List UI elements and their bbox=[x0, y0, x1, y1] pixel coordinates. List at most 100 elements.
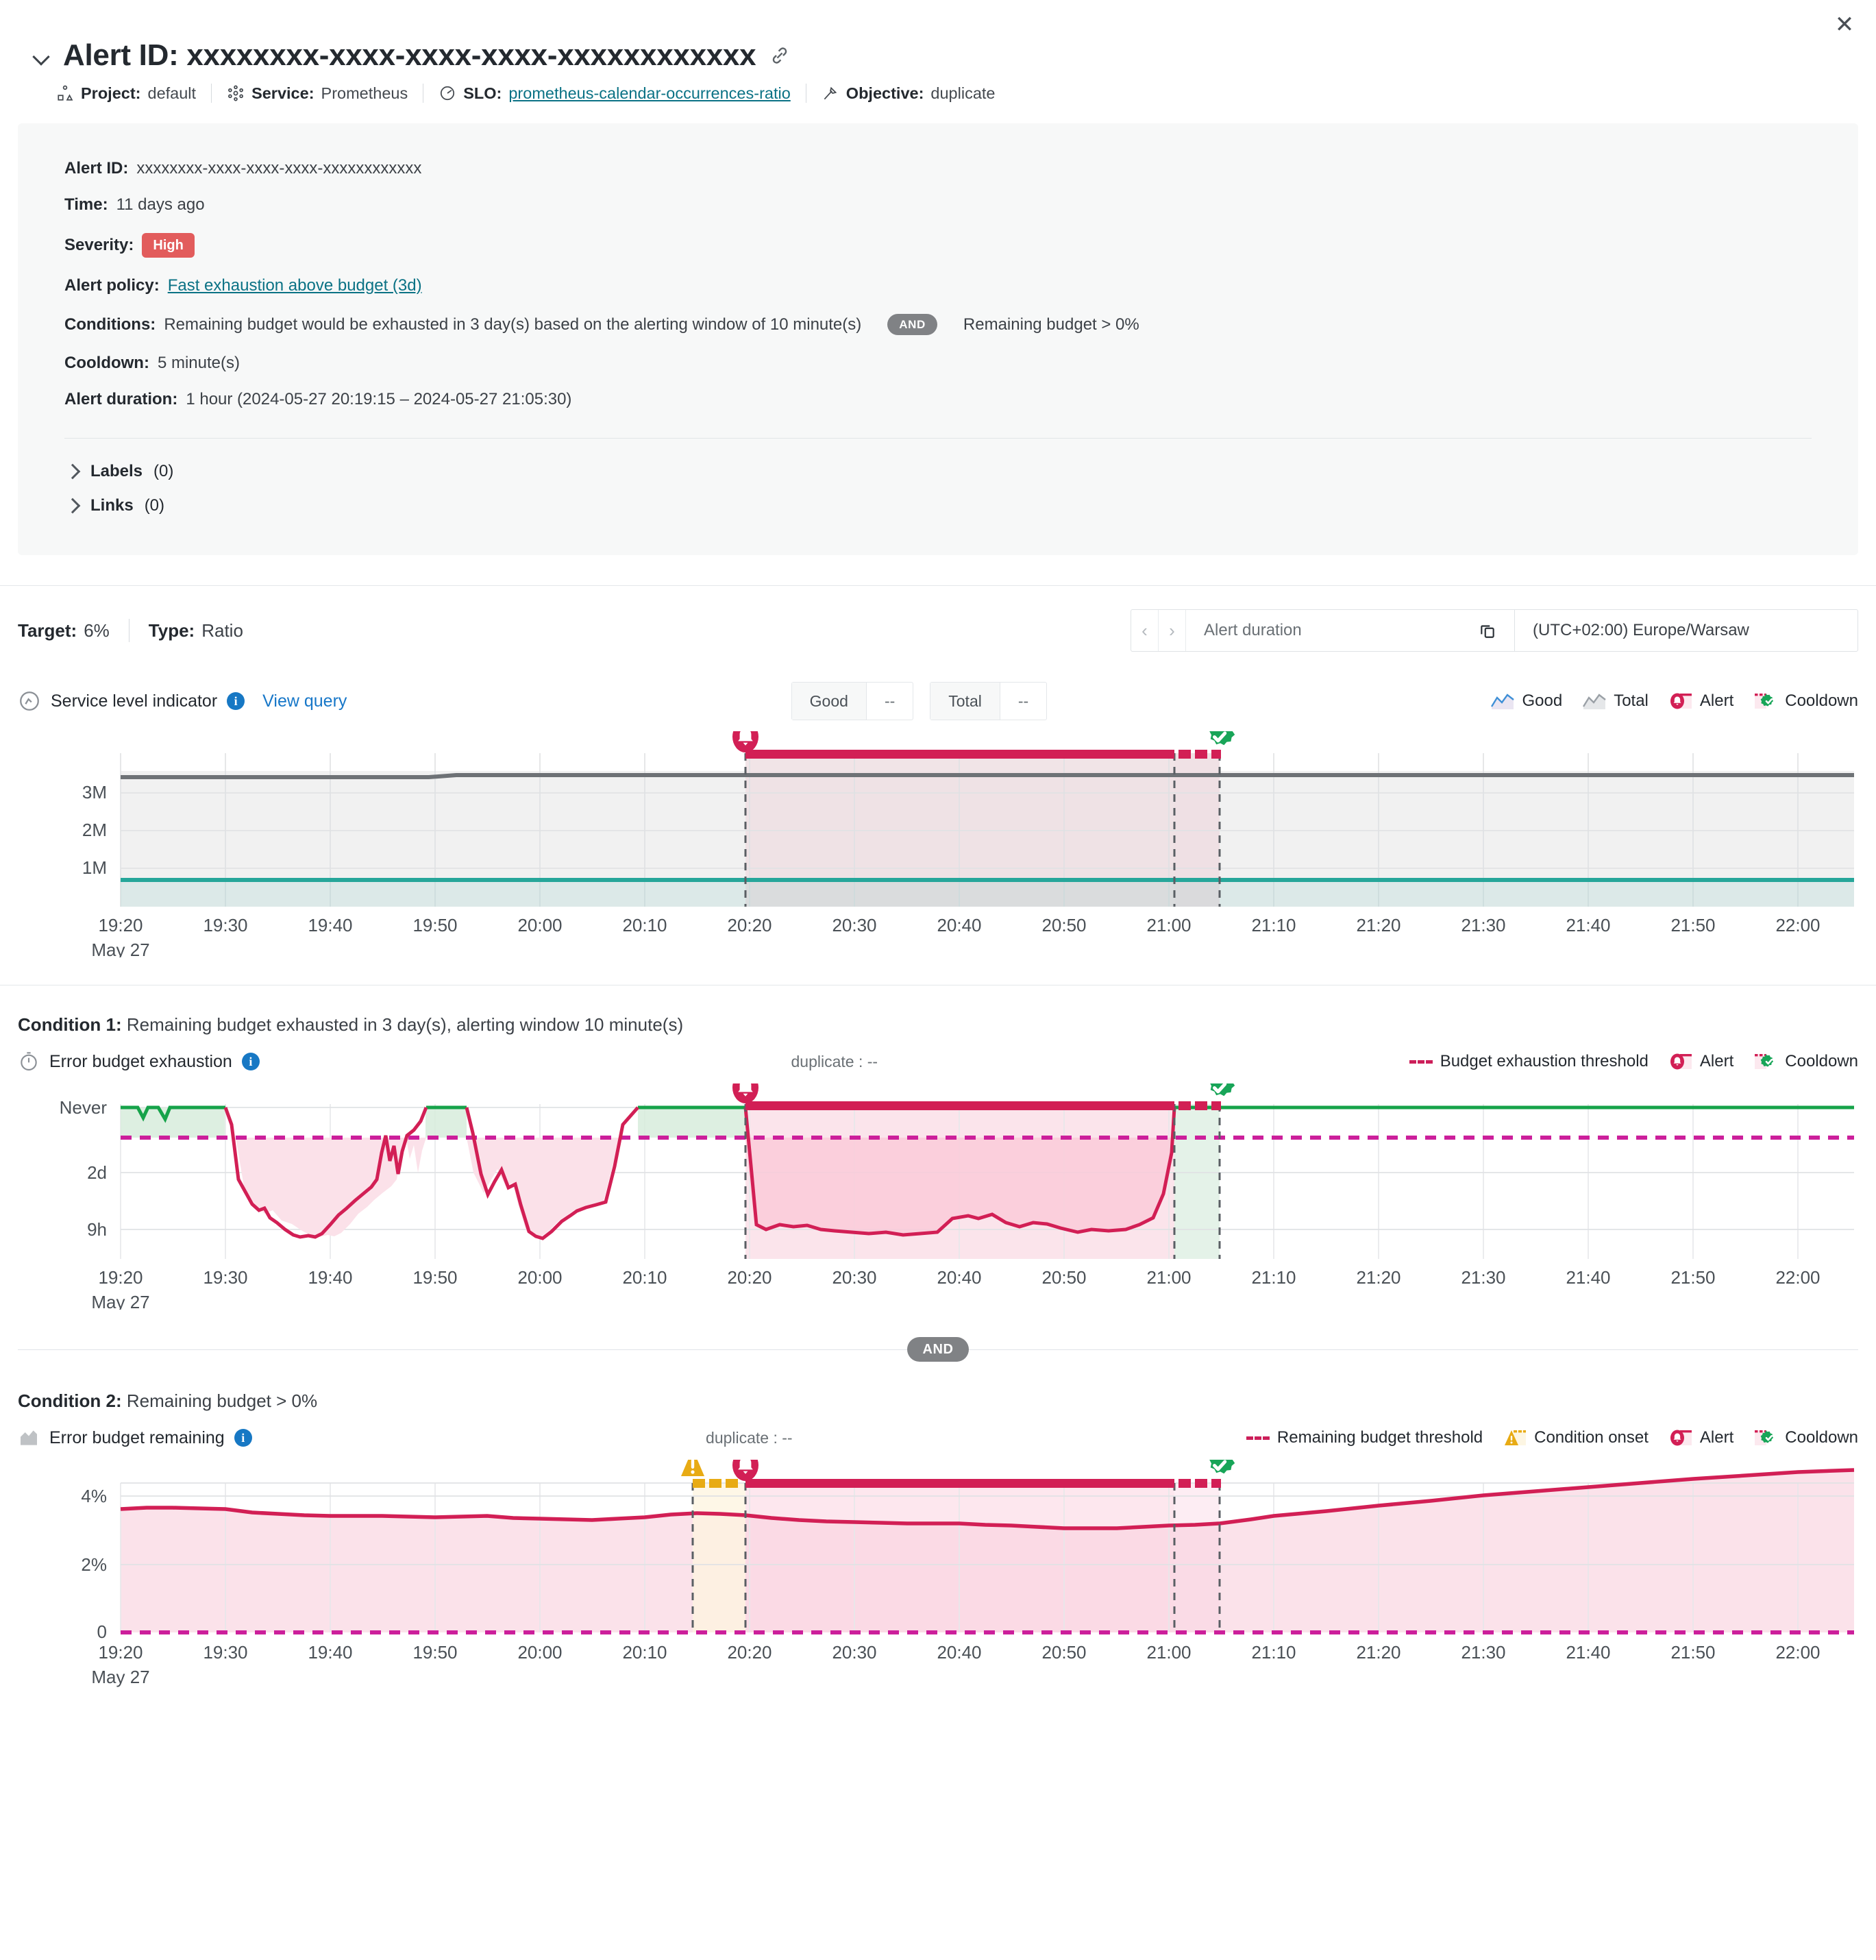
meta-slo-link[interactable]: prometheus-calendar-occurrences-ratio bbox=[508, 84, 790, 103]
timezone-select[interactable]: (UTC+02:00) Europe/Warsaw bbox=[1515, 610, 1858, 651]
alert-bell-icon bbox=[1670, 1053, 1692, 1070]
labels-section-title: Labels bbox=[90, 462, 143, 480]
legend-label: Cooldown bbox=[1785, 1428, 1858, 1447]
links-section-title: Links bbox=[90, 496, 134, 515]
svg-text:20:20: 20:20 bbox=[727, 1642, 772, 1663]
alert-bell-marker bbox=[732, 1460, 758, 1481]
svg-text:May 27: May 27 bbox=[91, 1292, 149, 1310]
svg-text:21:50: 21:50 bbox=[1670, 915, 1715, 935]
legend-item-alert[interactable]: Alert bbox=[1669, 691, 1733, 711]
svg-text:3M: 3M bbox=[82, 782, 107, 803]
labels-section-toggle[interactable]: Labels (0) bbox=[64, 462, 1812, 481]
section-divider bbox=[0, 585, 1876, 586]
chevron-left-icon: ‹ bbox=[1141, 620, 1148, 641]
sli-kpis: Good -- Total -- bbox=[791, 682, 1048, 720]
meta-service: Service: Prometheus bbox=[212, 84, 423, 103]
svg-text:19:40: 19:40 bbox=[308, 1642, 352, 1663]
detail-severity: Severity: High bbox=[64, 233, 1812, 258]
condition-2-plot[interactable]: 4% 2% 0 19:20 19:30 19:40 19:50 20:00 20… bbox=[18, 1460, 1858, 1693]
detail-alert-policy-label: Alert policy: bbox=[64, 276, 160, 295]
close-icon: ✕ bbox=[1834, 12, 1855, 38]
kpi-good-value: -- bbox=[884, 691, 896, 710]
meta-project-label: Project: bbox=[81, 84, 141, 102]
condition-onset-marker bbox=[681, 1460, 704, 1476]
svg-text:20:10: 20:10 bbox=[622, 1642, 667, 1663]
dashed-threshold-icon bbox=[1246, 1436, 1270, 1440]
svg-text:19:50: 19:50 bbox=[412, 1642, 457, 1663]
legend-item-budget-exhaustion-threshold[interactable]: Budget exhaustion threshold bbox=[1409, 1052, 1649, 1071]
svg-text:20:20: 20:20 bbox=[727, 915, 772, 935]
svg-text:20:20: 20:20 bbox=[727, 1267, 772, 1288]
legend-item-remaining-budget-threshold[interactable]: Remaining budget threshold bbox=[1246, 1428, 1483, 1447]
svg-text:21:30: 21:30 bbox=[1461, 915, 1505, 935]
svg-text:20:40: 20:40 bbox=[937, 915, 981, 935]
svg-text:19:30: 19:30 bbox=[203, 1267, 247, 1288]
detail-duration: Alert duration: 1 hour (2024-05-27 20:19… bbox=[64, 391, 1812, 408]
condition-2-chart-title: Error budget remaining bbox=[49, 1428, 225, 1447]
time-range-picker: ‹ › Alert duration (UTC+02:00) Europe/Wa… bbox=[1131, 609, 1858, 652]
svg-text:20:10: 20:10 bbox=[622, 915, 667, 935]
legend-label: Alert bbox=[1699, 1428, 1734, 1447]
range-next-button[interactable]: › bbox=[1159, 610, 1186, 651]
legend-label: Condition onset bbox=[1534, 1428, 1649, 1447]
info-icon[interactable]: i bbox=[227, 692, 245, 710]
legend-item-cooldown[interactable]: Cooldown bbox=[1754, 1052, 1858, 1071]
cooldown-check-icon bbox=[1755, 694, 1774, 709]
legend-label: Budget exhaustion threshold bbox=[1440, 1052, 1649, 1070]
info-icon[interactable]: i bbox=[234, 1429, 252, 1447]
copy-icon[interactable] bbox=[1479, 622, 1496, 639]
area-chart-icon bbox=[21, 1430, 37, 1445]
legend-item-cooldown[interactable]: Cooldown bbox=[1754, 691, 1858, 711]
collapse-header-chevron-icon[interactable] bbox=[32, 46, 51, 65]
legend-item-condition-onset[interactable]: Condition onset bbox=[1503, 1428, 1649, 1447]
range-select[interactable]: Alert duration bbox=[1186, 610, 1515, 651]
svg-text:19:20: 19:20 bbox=[98, 915, 143, 935]
detail-condition-1: Remaining budget would be exhausted in 3… bbox=[164, 315, 862, 334]
conditions-and-badge: AND bbox=[887, 314, 937, 335]
svg-text:20:40: 20:40 bbox=[937, 1642, 981, 1663]
detail-alert-policy: Alert policy: Fast exhaustion above budg… bbox=[64, 278, 1812, 294]
range-select-value: Alert duration bbox=[1204, 621, 1302, 639]
condition-2-title-group: Error budget remaining i bbox=[18, 1427, 252, 1449]
svg-text:20:50: 20:50 bbox=[1041, 1642, 1086, 1663]
svg-text:21:10: 21:10 bbox=[1251, 1267, 1296, 1288]
detail-cooldown: Cooldown: 5 minute(s) bbox=[64, 355, 1812, 371]
meta-objective: Objective: duplicate bbox=[806, 84, 1011, 103]
legend-item-alert[interactable]: Alert bbox=[1669, 1052, 1733, 1071]
slo-summary-bar: Target: 6% Type: Ratio ‹ › Alert duratio… bbox=[0, 609, 1876, 652]
svg-text:2M: 2M bbox=[82, 820, 107, 840]
cooldown-check-icon bbox=[1755, 1054, 1774, 1069]
meta-slo-label: SLO: bbox=[463, 84, 502, 102]
condition-1-chart-header: Error budget exhaustion i duplicate : --… bbox=[18, 1051, 1858, 1073]
legend-item-alert[interactable]: Alert bbox=[1669, 1428, 1733, 1447]
detail-conditions: Conditions: Remaining budget would be ex… bbox=[64, 314, 1812, 335]
svg-text:22:00: 22:00 bbox=[1775, 915, 1820, 935]
close-button[interactable]: ✕ bbox=[1829, 10, 1860, 40]
legend-item-good[interactable]: Good bbox=[1491, 691, 1562, 711]
condition-2-series-label: duplicate : -- bbox=[706, 1428, 793, 1447]
chevron-right-icon bbox=[64, 464, 79, 479]
svg-text:21:00: 21:00 bbox=[1146, 1267, 1191, 1288]
link-icon[interactable] bbox=[768, 44, 791, 67]
range-prev-button[interactable]: ‹ bbox=[1131, 610, 1159, 651]
area-chart-total-icon bbox=[1583, 694, 1606, 709]
meta-service-label: Service: bbox=[251, 84, 314, 102]
condition-1-series-label: duplicate : -- bbox=[791, 1052, 878, 1070]
condition-1-plot[interactable]: Never 2d 9h 19:20 19:30 19:40 19:50 20:0… bbox=[18, 1083, 1858, 1310]
legend-item-total[interactable]: Total bbox=[1583, 691, 1649, 711]
links-section-toggle[interactable]: Links (0) bbox=[64, 496, 1812, 515]
kpi-total: Total -- bbox=[930, 682, 1048, 720]
info-icon[interactable]: i bbox=[241, 1053, 260, 1070]
legend-label: Total bbox=[1614, 691, 1649, 710]
meta-project: Project: default bbox=[32, 84, 211, 103]
detail-alert-id: Alert ID: xxxxxxxx-xxxx-xxxx-xxxx-xxxxxx… bbox=[64, 160, 1812, 177]
alert-policy-link[interactable]: Fast exhaustion above budget (3d) bbox=[168, 278, 422, 294]
detail-cooldown-value: 5 minute(s) bbox=[157, 354, 240, 372]
condition-1-legend: Budget exhaustion threshold Alert Cooldo… bbox=[1409, 1052, 1858, 1071]
view-query-link[interactable]: View query bbox=[262, 691, 347, 711]
legend-item-cooldown[interactable]: Cooldown bbox=[1754, 1428, 1858, 1447]
and-badge: AND bbox=[907, 1337, 969, 1362]
page-header: Alert ID: xxxxxxxx-xxxx-xxxx-xxxx-xxxxxx… bbox=[0, 0, 1876, 103]
sli-plot[interactable]: 3M 2M 1M 19:20 19:30 19:40 19:50 20:00 2… bbox=[18, 731, 1858, 957]
svg-text:21:40: 21:40 bbox=[1566, 1642, 1610, 1663]
